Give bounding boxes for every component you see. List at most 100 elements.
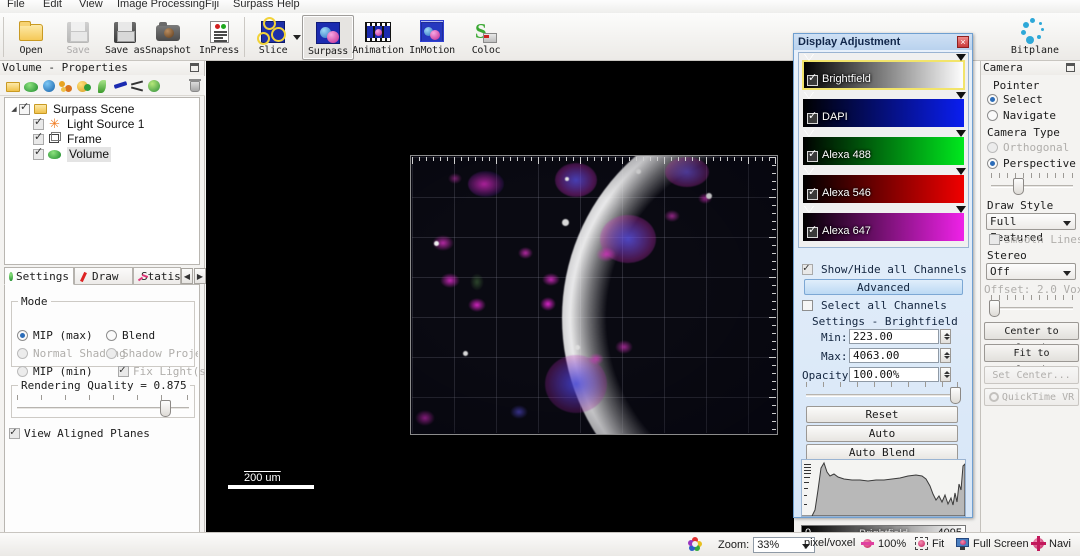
add-cells-icon[interactable]	[77, 79, 92, 94]
channel-visibility-checkbox[interactable]	[807, 110, 818, 124]
save-button[interactable]: Save	[52, 15, 104, 60]
channel-visibility-checkbox[interactable]	[807, 186, 818, 200]
smooth-lines-option[interactable]: Smooth Lines	[989, 233, 1080, 246]
add-measurement-icon[interactable]	[113, 79, 128, 94]
checkbox-smooth-lines[interactable]	[989, 234, 1000, 245]
zoom-control[interactable]: Zoom: 33%	[718, 537, 816, 553]
slice-dropdown-arrow[interactable]	[293, 35, 301, 40]
color-wheel-control[interactable]	[688, 537, 702, 551]
channel-visibility-checkbox[interactable]	[807, 148, 818, 162]
auto-button[interactable]: Auto	[806, 425, 958, 442]
tree-item-frame[interactable]: Frame	[7, 131, 197, 147]
display-adjustment-dialog[interactable]: Display Adjustment × Brightfield DAPI	[793, 33, 973, 547]
draw-style-select[interactable]: Full Featured	[986, 213, 1076, 244]
stereo-select[interactable]: Off	[986, 263, 1076, 280]
fit-button[interactable]: Fit	[915, 537, 944, 550]
channel-brightfield[interactable]: Brightfield	[799, 53, 968, 91]
surpass-button[interactable]: Surpass	[302, 15, 354, 60]
opacity-field[interactable]: 100.00%	[849, 367, 939, 382]
channel-max-handle[interactable]	[956, 54, 966, 61]
dialog-title-bar[interactable]: Display Adjustment	[794, 34, 972, 50]
channel-visibility-checkbox[interactable]	[807, 72, 818, 86]
close-icon[interactable]: ×	[957, 36, 969, 48]
pointer-select-option[interactable]: Select	[987, 93, 1043, 106]
opacity-slider-track[interactable]	[806, 394, 958, 397]
min-field-spinner[interactable]	[940, 329, 951, 344]
checkbox-view-aligned-planes[interactable]	[9, 425, 20, 439]
pointer-navigate-option[interactable]: Navigate	[987, 109, 1056, 122]
opacity-slider-knob[interactable]	[950, 387, 961, 404]
3d-viewport[interactable]: 200 um	[206, 61, 794, 532]
menu-item-help[interactable]: Help	[272, 0, 305, 11]
max-field[interactable]: 4063.00	[849, 348, 939, 363]
channel-alexa-488[interactable]: Alexa 488	[799, 129, 968, 167]
scene-tree[interactable]: ◢ Surpass Scene ✳ Light Source 1	[4, 97, 200, 265]
channel-alexa-647[interactable]: Alexa 647	[799, 205, 968, 243]
tree-item-light-source-1[interactable]: ✳ Light Source 1	[7, 116, 197, 132]
menu-item-edit[interactable]: Edit	[38, 0, 67, 11]
radio-perspective[interactable]	[987, 158, 998, 169]
tab-draw[interactable]: Draw	[74, 267, 133, 285]
cut-icon[interactable]	[130, 79, 145, 94]
radio-pointer-navigate[interactable]	[987, 110, 998, 121]
mode-blend-option[interactable]: Blend	[106, 329, 155, 342]
channel-max-handle[interactable]	[956, 130, 966, 137]
add-spots-icon[interactable]	[59, 79, 74, 94]
add-filament-icon[interactable]	[95, 79, 110, 94]
tree-item-surpass-scene[interactable]: ◢ Surpass Scene	[7, 101, 197, 117]
inmotion-button[interactable]: InMotion	[406, 15, 458, 60]
camera-type-perspective-option[interactable]: Perspective 45°	[987, 157, 1080, 170]
rendering-quality-knob[interactable]	[160, 400, 171, 417]
add-surface-icon[interactable]	[24, 79, 39, 94]
tree-item-volume[interactable]: Volume	[7, 146, 197, 162]
undock-icon[interactable]	[1066, 63, 1075, 72]
add-volume-icon[interactable]	[42, 79, 57, 94]
menu-item-file[interactable]: File	[2, 0, 30, 11]
tab-statistics[interactable]: Statis	[133, 267, 181, 285]
snapshot-button[interactable]: Snapshot	[142, 15, 194, 60]
navi-button[interactable]: Navi	[1031, 536, 1071, 551]
channel-min-handle[interactable]	[804, 92, 814, 99]
mode-mip-max-option[interactable]: MIP (max)	[17, 329, 93, 342]
max-field-spinner[interactable]	[940, 348, 951, 363]
tab-settings[interactable]: Settings	[4, 267, 74, 285]
fit-to-selection-button[interactable]: Fit to Selection	[984, 344, 1079, 376]
coloc-button[interactable]: S Coloc	[460, 15, 512, 60]
new-folder-icon[interactable]	[6, 79, 21, 94]
channel-max-handle[interactable]	[956, 168, 966, 175]
channel-min-handle[interactable]	[804, 206, 814, 213]
animation-button[interactable]: Animation	[352, 15, 404, 60]
zoom-100-button[interactable]: 100%	[861, 537, 906, 550]
volume-render-area[interactable]	[410, 155, 778, 435]
undock-icon[interactable]	[190, 63, 199, 72]
full-screen-button[interactable]: Full Screen	[956, 537, 1029, 550]
add-clipping-plane-icon[interactable]	[147, 79, 162, 94]
channel-dapi[interactable]: DAPI	[799, 91, 968, 129]
tree-checkbox[interactable]	[33, 131, 44, 145]
select-all-channels-option[interactable]: Select all Channels	[802, 299, 947, 312]
checkbox-select-all-channels[interactable]	[802, 300, 813, 311]
show-hide-all-channels-option[interactable]: Show/Hide all Channels	[802, 261, 967, 276]
radio-blend[interactable]	[106, 330, 117, 341]
open-button[interactable]: Open	[5, 15, 57, 60]
channel-max-handle[interactable]	[956, 92, 966, 99]
center-to-selection-button[interactable]: Center to Selection	[984, 322, 1079, 354]
tree-checkbox[interactable]	[19, 101, 30, 115]
offset-slider-track[interactable]	[991, 307, 1073, 310]
tab-scroll-right-button[interactable]: ▶	[194, 268, 206, 284]
min-field[interactable]: 223.00	[849, 329, 939, 344]
menu-item-surpass[interactable]: Surpass	[228, 0, 278, 11]
delete-icon[interactable]	[188, 79, 203, 94]
opacity-field-spinner[interactable]	[940, 367, 951, 382]
reset-button[interactable]: Reset	[806, 406, 958, 423]
channel-max-handle[interactable]	[956, 206, 966, 213]
slice-button[interactable]: Slice	[247, 15, 299, 60]
tree-checkbox[interactable]	[33, 146, 44, 160]
menu-item-view[interactable]: View	[74, 0, 108, 11]
menu-item-image-processing[interactable]: Image Processing	[112, 0, 210, 11]
perspective-slider-knob[interactable]	[1013, 178, 1024, 195]
histogram[interactable]	[801, 459, 966, 517]
tab-scroll-left-button[interactable]: ◀	[181, 268, 193, 284]
radio-orthogonal[interactable]	[987, 142, 998, 153]
channel-visibility-checkbox[interactable]	[807, 224, 818, 238]
